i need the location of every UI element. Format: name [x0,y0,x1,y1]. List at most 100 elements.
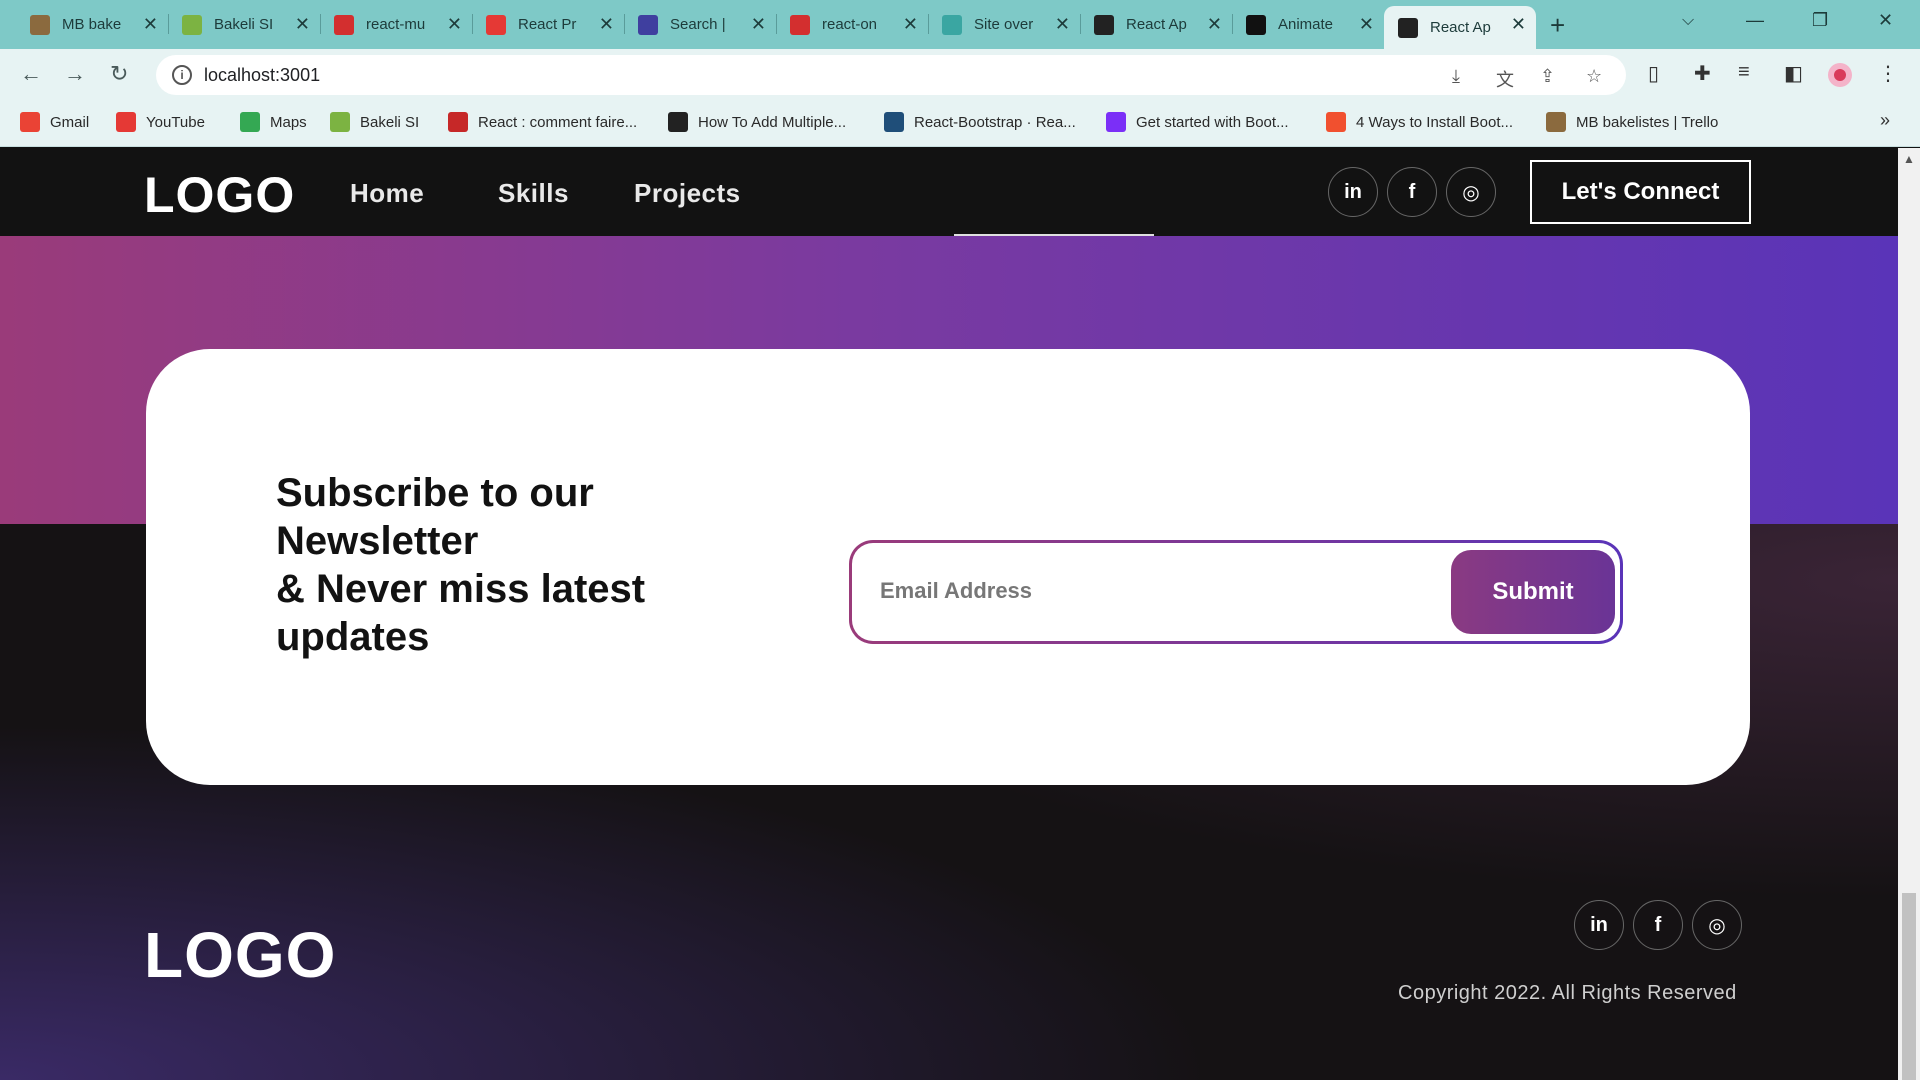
media-queue-icon[interactable]: ≡ [1738,61,1750,84]
bookmark-item[interactable]: Get started with Boot... [1106,112,1289,132]
footer-instagram-icon[interactable]: ◎ [1692,900,1742,950]
scroll-up-arrow-icon[interactable]: ▲ [1903,152,1915,166]
email-form-inner: Submit [852,543,1620,641]
tab-title: Site over [974,16,1034,33]
url-text[interactable]: localhost:3001 [204,65,320,86]
page-scrollbar[interactable]: ▲ [1898,148,1920,1080]
bookmark-item[interactable]: Gmail [20,112,89,132]
close-tab-icon[interactable]: ✕ [751,14,766,34]
browser-tab[interactable]: MB bake ✕ [16,6,169,43]
search-app-icon [638,14,658,35]
page-viewport: LOGO Home Skills Projects in f ◎ Let's C… [0,148,1898,1080]
minimize-icon[interactable]: — [1746,10,1764,31]
instagram-icon[interactable]: ◎ [1446,167,1496,217]
close-tab-icon[interactable]: ✕ [1207,14,1222,34]
side-panel-icon[interactable]: ◧ [1784,61,1803,86]
forward-icon[interactable]: → [64,61,86,87]
facebook-icon[interactable]: f [1387,167,1437,217]
nav-link-skills[interactable]: Skills [498,178,569,209]
tab-title: MB bake [62,16,122,33]
bookmark-label: 4 Ways to Install Boot... [1356,113,1514,131]
browser-tab[interactable]: React Ap ✕ [1384,6,1536,49]
bookmark-item[interactable]: MB bakelistes | Trello [1546,112,1718,132]
share-icon[interactable]: ⇪ [1540,66,1555,87]
git-icon [1326,112,1346,132]
address-bar[interactable]: i localhost:3001 ⤓ 文 ⇪ ☆ [156,55,1626,95]
email-input[interactable] [880,573,1440,609]
bookmark-item[interactable]: How To Add Multiple... [668,112,846,132]
bookmark-item[interactable]: 4 Ways to Install Boot... [1326,112,1513,132]
newsletter-heading-line: updates [276,615,430,659]
browser-tab[interactable]: react-mu ✕ [320,6,473,43]
install-app-icon[interactable]: ⤓ [1452,66,1460,87]
gmail-icon [20,112,40,132]
browser-tab[interactable]: Site over ✕ [928,6,1081,43]
menu-kebab-icon[interactable]: ⋮ [1878,61,1898,86]
bookmark-label: React : comment faire... [478,113,638,131]
bookmark-item[interactable]: React-Bootstrap · Rea... [884,112,1076,132]
newsletter-heading-line: & Never miss latest [276,567,646,611]
footer-logo[interactable]: LOGO [144,918,336,992]
close-tab-icon[interactable]: ✕ [1055,14,1070,34]
newsletter-card: Subscribe to our Newsletter & Never miss… [146,349,1750,785]
submit-button[interactable]: Submit [1451,550,1615,634]
nav-link-home[interactable]: Home [350,178,424,209]
youtube-icon [486,14,506,35]
close-tab-icon[interactable]: ✕ [447,14,462,34]
bookmark-label: How To Add Multiple... [698,113,847,131]
browser-tab[interactable]: Bakeli SI ✕ [168,6,321,43]
tab-title: react-on [822,16,878,33]
close-tab-icon[interactable]: ✕ [295,14,310,34]
browser-tab[interactable]: Search | ✕ [624,6,777,43]
email-form: Submit [849,540,1623,644]
close-window-icon[interactable]: ✕ [1878,10,1893,31]
bakeli-icon [182,14,202,35]
bookmarks-overflow-icon[interactable]: » [1880,110,1890,131]
footer-linkedin-icon[interactable]: in [1574,900,1624,950]
nav-link-projects[interactable]: Projects [634,178,741,209]
tab-title: Animate [1278,16,1334,33]
youtube-icon [116,112,136,132]
extension-page-icon[interactable]: ▯ [1648,61,1659,86]
lets-connect-button[interactable]: Let's Connect [1530,160,1751,224]
react-icon [1398,17,1418,38]
bookmark-item[interactable]: Maps [240,112,307,132]
browser-tab[interactable]: Animate ✕ [1232,6,1384,43]
close-tab-icon[interactable]: ✕ [143,14,158,34]
translate-icon[interactable]: 文 [1496,66,1514,92]
close-tab-icon[interactable]: ✕ [1359,14,1374,34]
diamond-icon [942,14,962,35]
newsletter-heading-line: Subscribe to our [276,471,594,515]
close-tab-icon[interactable]: ✕ [599,14,614,34]
footer-facebook-icon[interactable]: f [1633,900,1683,950]
browser-tab[interactable]: React Pr ✕ [472,6,625,43]
scrollbar-thumb[interactable] [1902,893,1916,1080]
reload-icon[interactable]: ↻ [110,61,128,87]
bookmarks-bar: Gmail YouTube Maps Bakeli SI React : comment… [0,101,1920,147]
bookmark-label: React-Bootstrap · Rea... [914,113,1076,131]
close-tab-icon[interactable]: ✕ [903,14,918,34]
bookmark-item[interactable]: YouTube [116,112,205,132]
browser-tab[interactable]: React Ap ✕ [1080,6,1233,43]
trello-icon [1546,112,1566,132]
bookmark-label: Maps [270,113,307,131]
site-info-icon[interactable]: i [172,65,192,85]
new-tab-button[interactable]: + [1550,10,1565,41]
close-tab-icon[interactable]: ✕ [1511,14,1526,34]
bookmark-label: Gmail [50,113,90,131]
linkedin-icon[interactable]: in [1328,167,1378,217]
bookmark-item[interactable]: Bakeli SI [330,112,419,132]
back-icon[interactable]: ← [20,61,42,87]
react-icon [1094,14,1114,35]
tab-search-chevron-icon[interactable]: ⌵ [1682,12,1694,30]
extensions-puzzle-icon[interactable]: ✚ [1694,61,1711,86]
bookmark-item[interactable]: React : comment faire... [448,112,637,132]
restore-icon[interactable]: ❐ [1812,10,1828,31]
bootstrap-icon [1106,112,1126,132]
profile-avatar[interactable] [1828,63,1852,87]
site-navbar: LOGO Home Skills Projects in f ◎ Let's C… [0,148,1898,236]
site-logo[interactable]: LOGO [144,166,295,224]
browser-tab[interactable]: react-on ✕ [776,6,929,43]
bookmark-label: Bakeli SI [360,113,420,131]
bookmark-star-icon[interactable]: ☆ [1586,66,1602,87]
